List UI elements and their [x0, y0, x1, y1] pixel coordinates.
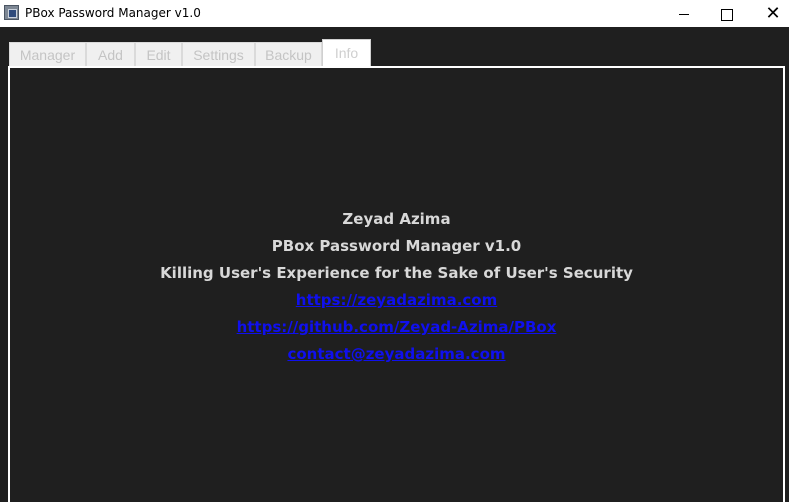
tab-edit[interactable]: Edit [135, 42, 182, 66]
website-link[interactable]: https://zeyadazima.com [296, 291, 497, 309]
github-link[interactable]: https://github.com/Zeyad-Azima/PBox [237, 318, 557, 336]
title-bar: PBox Password Manager v1.0 ✕ [0, 0, 789, 27]
info-panel: Zeyad Azima PBox Password Manager v1.0 K… [8, 66, 785, 502]
window-title: PBox Password Manager v1.0 [25, 6, 201, 20]
author-name: Zeyad Azima [342, 210, 451, 228]
tab-backup[interactable]: Backup [255, 42, 322, 66]
app-icon [4, 5, 19, 20]
close-icon: ✕ [765, 3, 781, 24]
tab-manager[interactable]: Manager [9, 42, 86, 66]
close-button[interactable]: ✕ [750, 0, 789, 27]
app-name: PBox Password Manager v1.0 [271, 237, 522, 255]
maximize-button[interactable] [704, 0, 750, 27]
tagline: Killing User's Experience for the Sake o… [160, 264, 633, 282]
minimize-icon [679, 14, 689, 15]
tab-strip: Manager Add Edit Settings Backup Info [0, 27, 789, 67]
tab-add[interactable]: Add [86, 42, 135, 66]
maximize-icon [721, 8, 733, 21]
tab-info[interactable]: Info [322, 39, 371, 67]
email-link[interactable]: contact@zeyadazima.com [287, 345, 505, 363]
info-content: Zeyad Azima PBox Password Manager v1.0 K… [10, 206, 783, 368]
minimize-button[interactable] [661, 0, 707, 27]
tab-settings[interactable]: Settings [182, 42, 255, 66]
